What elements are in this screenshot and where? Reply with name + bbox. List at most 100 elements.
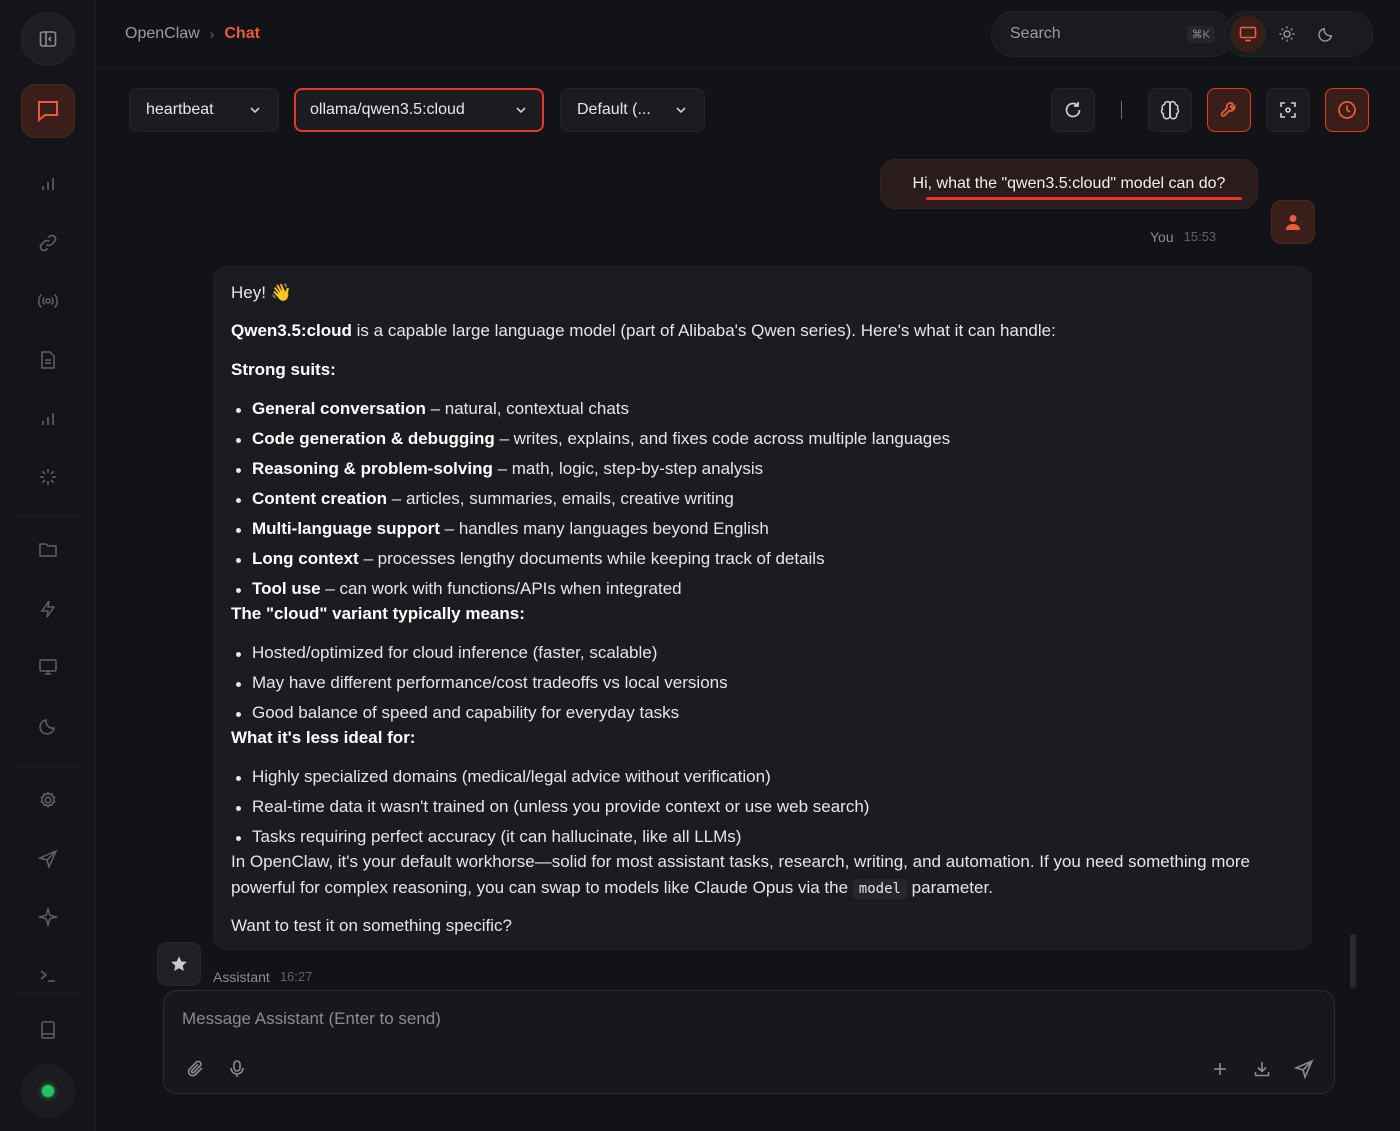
nav-skills[interactable] — [28, 901, 68, 933]
agent-select[interactable]: heartbeat — [129, 88, 279, 132]
plus-icon — [1214, 1063, 1226, 1075]
nav-files[interactable] — [28, 534, 68, 566]
nav-display[interactable] — [28, 651, 68, 683]
folder-icon — [39, 543, 57, 557]
sidebar-divider — [14, 516, 82, 517]
breadcrumb-root[interactable]: OpenClaw — [125, 25, 200, 43]
list-item: General conversation – natural, contextu… — [231, 399, 629, 419]
list-item: Good balance of speed and capability for… — [231, 703, 679, 723]
message-composer[interactable]: Message Assistant (Enter to send) — [163, 990, 1335, 1094]
nav-settings[interactable] — [28, 784, 68, 816]
model-select[interactable]: ollama/qwen3.5:cloud — [294, 88, 544, 132]
search-shortcut: ⌘K — [1186, 25, 1215, 43]
list-item: Long context – processes lengthy documen… — [231, 549, 825, 569]
sun-icon — [1279, 26, 1295, 42]
nav-channels[interactable] — [28, 285, 68, 317]
nav-overview[interactable] — [28, 168, 68, 200]
nav-docs[interactable] — [28, 1014, 68, 1046]
chevron-down-icon — [514, 103, 528, 117]
lightning-icon — [40, 600, 56, 618]
refresh-button[interactable] — [1051, 88, 1095, 132]
list-item-text: – articles, summaries, emails, creative … — [387, 489, 734, 508]
cloud-variant-heading: The "cloud" variant typically means: — [231, 604, 525, 623]
bar-chart-icon — [42, 178, 54, 190]
section-heading: Strong suits: — [231, 360, 336, 380]
nav-automations[interactable] — [28, 593, 68, 625]
nav-usage[interactable] — [28, 403, 68, 435]
send-button[interactable] — [1290, 1055, 1318, 1083]
list-item-text: – writes, explains, and fixes code acros… — [494, 429, 951, 448]
closing-text: powerful for complex reasoning, you can … — [231, 878, 853, 897]
agent-select-value: heartbeat — [146, 101, 214, 118]
less-ideal-heading: What it's less ideal for: — [231, 728, 416, 747]
nav-terminal[interactable] — [28, 960, 68, 992]
user-message-meta: You 15:53 — [1150, 229, 1216, 245]
mode-select-value: Default (... — [577, 101, 651, 118]
toggle-sidebar-button[interactable] — [21, 12, 75, 66]
moon-icon — [39, 719, 55, 735]
list-item: Reasoning & problem-solving – math, logi… — [231, 459, 763, 479]
assistant-intro: Qwen3.5:cloud is a capable large languag… — [231, 321, 1056, 341]
list-item: Tasks requiring perfect accuracy (it can… — [231, 827, 741, 847]
download-icon — [1254, 1062, 1270, 1077]
closing-text: parameter. — [906, 878, 993, 897]
sparkle-icon — [38, 907, 58, 927]
voice-input-button[interactable] — [223, 1055, 251, 1083]
export-button[interactable] — [1248, 1055, 1276, 1083]
focus-button[interactable] — [1266, 88, 1310, 132]
list-item: Highly specialized domains (medical/lega… — [231, 767, 771, 787]
section-heading: The "cloud" variant typically means: — [231, 604, 525, 624]
intro-text: is a capable large language model (part … — [351, 321, 1056, 340]
broadcast-icon — [37, 293, 59, 309]
mode-select[interactable]: Default (... — [560, 88, 705, 132]
connection-status[interactable] — [21, 1064, 75, 1118]
list-item-bold: Tool use — [252, 579, 321, 598]
sidebar-divider — [14, 993, 82, 994]
tools-button[interactable] — [1207, 88, 1251, 132]
section-heading: What it's less ideal for: — [231, 728, 415, 748]
new-chat-button[interactable] — [1206, 1055, 1234, 1083]
theme-system-button[interactable] — [1230, 16, 1266, 52]
closing-paragraph-line: In OpenClaw, it's your default workhorse… — [231, 852, 1251, 871]
status-dot-icon — [42, 1085, 54, 1097]
gear-icon — [40, 791, 56, 809]
user-message-bubble: Hi, what the "qwen3.5:cloud" model can d… — [880, 159, 1258, 209]
theme-dark-button[interactable] — [1308, 16, 1344, 52]
refresh-icon — [1065, 102, 1081, 118]
strong-suits-heading: Strong suits: — [231, 360, 336, 379]
list-item-text: – can work with functions/APIs when inte… — [320, 579, 682, 598]
user-avatar — [1271, 200, 1315, 244]
attach-button[interactable] — [182, 1055, 210, 1083]
list-item: Hosted/optimized for cloud inference (fa… — [231, 643, 657, 663]
brain-icon — [1160, 100, 1180, 120]
star-icon — [171, 956, 187, 972]
chevron-down-icon — [248, 103, 262, 117]
breadcrumb: OpenClaw › Chat — [125, 25, 260, 43]
wrench-icon — [1220, 102, 1236, 117]
person-icon — [1286, 215, 1300, 230]
list-item-bold: Code generation & debugging — [252, 429, 495, 448]
chat-icon — [38, 101, 58, 123]
list-item-bold: Content creation — [252, 489, 388, 508]
highlight-underline — [926, 197, 1242, 200]
terminal-icon — [40, 970, 55, 982]
thinking-button[interactable] — [1148, 88, 1192, 132]
top-header: OpenClaw › Chat Search ⌘K — [96, 0, 1400, 68]
chat-scrollbar[interactable] — [1350, 934, 1356, 988]
search-input[interactable]: Search ⌘K — [991, 11, 1234, 57]
nav-links[interactable] — [28, 227, 68, 259]
history-button[interactable] — [1325, 88, 1369, 132]
theme-light-button[interactable] — [1269, 16, 1305, 52]
nav-documents[interactable] — [28, 344, 68, 376]
paperclip-icon — [187, 1060, 203, 1077]
inline-code: model — [852, 879, 907, 899]
nav-chat[interactable] — [21, 84, 75, 138]
nav-sleep[interactable] — [28, 710, 68, 742]
nav-loading[interactable] — [28, 461, 68, 493]
book-icon — [41, 1021, 55, 1039]
link-icon — [39, 234, 57, 252]
message-input[interactable]: Message Assistant (Enter to send) — [182, 1009, 441, 1029]
nav-send[interactable] — [28, 843, 68, 875]
theme-switcher — [1224, 11, 1373, 57]
list-item-text: – natural, contextual chats — [425, 399, 630, 418]
